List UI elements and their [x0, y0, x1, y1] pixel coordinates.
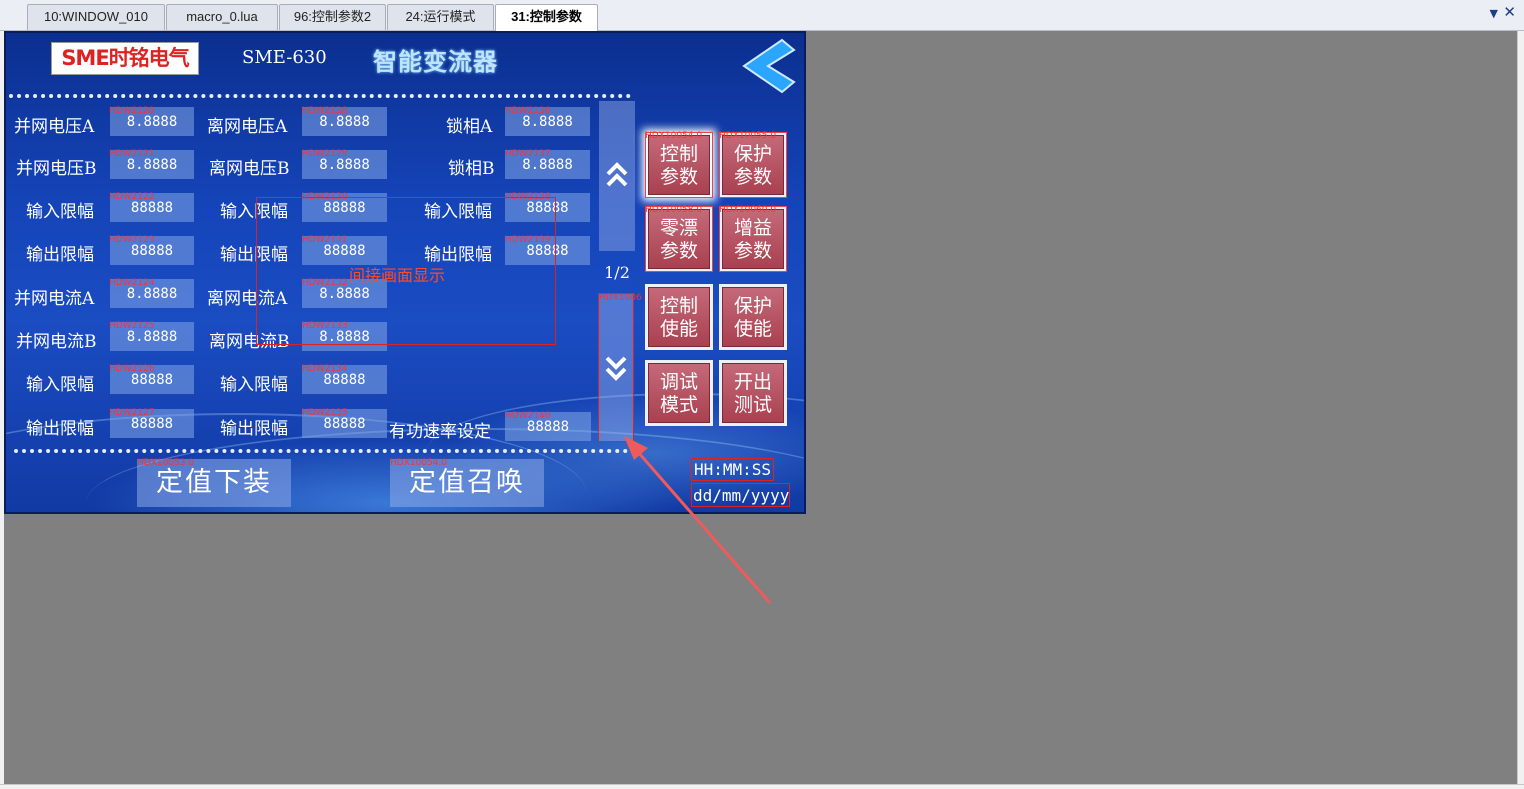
- field-label: 输入限幅: [26, 202, 94, 222]
- button-label: 零漂: [659, 217, 698, 239]
- date-display: dd/mm/yyyy: [691, 483, 790, 507]
- address-tag: HDW2128: [302, 106, 348, 116]
- double-chevron-up-icon: [606, 162, 628, 187]
- tab-window-010[interactable]: 10:WINDOW_010: [27, 4, 165, 30]
- button-label: 使能: [659, 318, 698, 340]
- company-logo: SME时铭电气: [51, 42, 199, 75]
- back-arrow-icon[interactable]: [740, 38, 796, 94]
- field-label: 并网电压A: [14, 117, 95, 137]
- document-tab-bar: 10:WINDOW_010 macro_0.lua 96:控制参数2 24:运行…: [0, 0, 1524, 31]
- address-tag: HDW2129: [302, 149, 348, 159]
- address-tag: HDW2127: [109, 408, 155, 418]
- field-label: 离网电压A: [207, 117, 288, 137]
- address-tag: HDW2126: [109, 364, 155, 374]
- double-chevron-down-icon: [605, 356, 627, 381]
- address-tag: HDW2134: [302, 364, 348, 374]
- button-label: 增益: [733, 217, 772, 239]
- field-label: 输出限幅: [220, 419, 288, 439]
- button-label: 保护: [733, 295, 772, 317]
- model-name: SME-630: [242, 47, 327, 68]
- divider-top: [9, 94, 631, 98]
- field-label: 并网电流B: [16, 332, 97, 352]
- address-tag: HDW2122: [109, 192, 155, 202]
- field-label: 锁相A: [446, 117, 493, 137]
- close-icon[interactable]: ✕: [1503, 3, 1516, 21]
- page-up-button[interactable]: [599, 101, 635, 251]
- address-tag: HDX10058.0: [645, 205, 703, 215]
- button-label: 参数: [733, 240, 772, 262]
- button-label: 开出: [733, 371, 772, 393]
- tab-macro-lua[interactable]: macro_0.lua: [166, 4, 278, 30]
- address-tag: HDW2136: [505, 106, 551, 116]
- address-tag: HDW2123: [109, 235, 155, 245]
- vertical-scrollbar[interactable]: [1517, 31, 1524, 789]
- zero-drift-params-button[interactable]: HDX10058.0 零漂 参数: [645, 206, 713, 272]
- page-down-button[interactable]: HDX1006: [598, 293, 642, 442]
- time-display: HH:MM:SS: [691, 458, 775, 481]
- debug-mode-button[interactable]: 调试 模式: [645, 360, 713, 426]
- button-label: 保护: [733, 143, 772, 165]
- protection-params-button[interactable]: HDX10055.0 保护 参数: [719, 132, 787, 198]
- field-label: 并网电流A: [14, 289, 95, 309]
- tab-run-mode[interactable]: 24:运行模式: [387, 4, 494, 30]
- page-indicator: 1/2: [604, 263, 630, 282]
- address-tag: HDX10055.0: [719, 131, 777, 141]
- address-tag: HDW2125: [109, 321, 155, 331]
- horizontal-scrollbar[interactable]: [0, 784, 1524, 789]
- field-label: 输出限幅: [26, 419, 94, 439]
- address-tag: HDX10060.0: [719, 205, 777, 215]
- tab-control-params[interactable]: 31:控制参数: [495, 4, 598, 31]
- field-label: 离网电压B: [209, 159, 290, 179]
- address-tag: HDW2120: [109, 106, 155, 116]
- tab-control-params-2[interactable]: 96:控制参数2: [279, 4, 386, 30]
- button-label: 测试: [733, 394, 772, 416]
- address-tag: HDX10054.0: [390, 458, 448, 468]
- address-tag: HDX10054.0: [645, 131, 703, 141]
- output-test-button[interactable]: 开出 测试: [719, 360, 787, 426]
- field-label: 并网电压B: [16, 159, 97, 179]
- button-label: 控制: [659, 295, 698, 317]
- tab-list-dropdown-icon[interactable]: ▼: [1490, 7, 1498, 20]
- field-label: 锁相B: [448, 159, 495, 179]
- address-tag: HDW2121: [109, 149, 155, 159]
- button-label: 参数: [659, 166, 698, 188]
- address-tag: HDW2137: [505, 149, 551, 159]
- address-tag: HDW2124: [109, 278, 155, 288]
- gain-params-button[interactable]: HDX10060.0 增益 参数: [719, 206, 787, 272]
- control-params-button[interactable]: HDX10054.0 控制 参数: [645, 132, 713, 198]
- button-label: 控制: [659, 143, 698, 165]
- hmi-screen-canvas: SME时铭电气 SME-630 智能变流器 并网电压A 8.8888 HDW21…: [4, 31, 806, 514]
- button-label: 使能: [733, 318, 772, 340]
- indirect-window-label: 间接画面显示: [349, 266, 446, 285]
- button-label: 参数: [733, 166, 772, 188]
- field-label: 输入限幅: [26, 375, 94, 395]
- editor-window: 10:WINDOW_010 macro_0.lua 96:控制参数2 24:运行…: [0, 0, 1524, 789]
- control-enable-button[interactable]: 控制 使能: [645, 284, 713, 350]
- field-label: 输入限幅: [220, 375, 288, 395]
- field-label: 有功速率设定: [389, 422, 491, 442]
- address-tag: HDW2140: [505, 411, 551, 421]
- button-label: 调试: [659, 371, 698, 393]
- address-tag: HDX1006: [599, 293, 642, 303]
- address-tag: HDX10053.0: [137, 458, 195, 468]
- product-title: 智能变流器: [373, 48, 498, 76]
- field-label: 输出限幅: [26, 245, 94, 265]
- protection-enable-button[interactable]: 保护 使能: [719, 284, 787, 350]
- address-tag: HDW2135: [302, 408, 348, 418]
- button-label: 参数: [659, 240, 698, 262]
- divider-bottom: [14, 449, 628, 453]
- button-label: 模式: [659, 394, 698, 416]
